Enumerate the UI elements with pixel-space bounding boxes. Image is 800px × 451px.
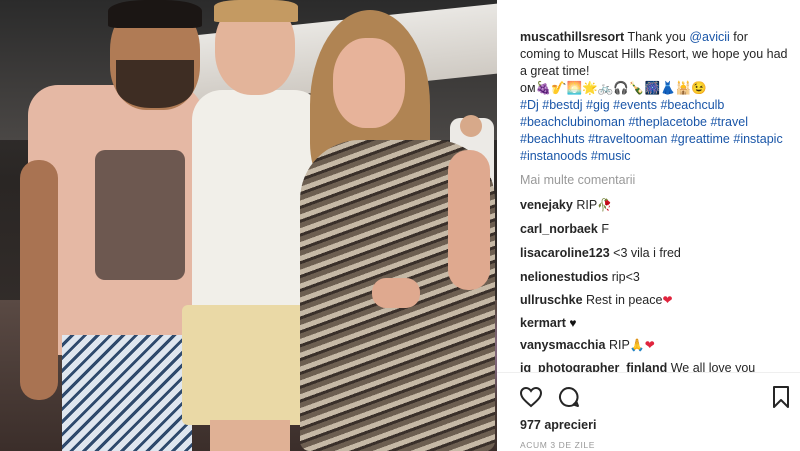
hashtag-link[interactable]: #Dj: [520, 98, 539, 112]
hashtag-link[interactable]: #bestdj: [542, 98, 582, 112]
heart-outline-icon[interactable]: [519, 385, 543, 409]
comment-row: kermart ♥: [520, 315, 576, 332]
comment-username[interactable]: venejaky: [520, 198, 573, 212]
post-side-panel: muscathillsresort Thank you @avicii for …: [497, 0, 800, 451]
photo-man-left-hair: [108, 0, 202, 28]
photo-woman-face: [333, 38, 405, 128]
comment-username[interactable]: ullruschke: [520, 293, 583, 307]
photo-man-left-arm: [20, 160, 58, 400]
hashtag-link[interactable]: #music: [591, 149, 631, 163]
photo-man-left-shorts: [62, 335, 192, 451]
caption-hashtags: #Dj #bestdj #gig #events #beachculb #bea…: [520, 98, 783, 163]
photo-woman-hand: [372, 278, 420, 308]
caption-emoji-line: ом🍇🎷🌅🌟🚲🎧🍾🎆👗🕌😉: [520, 81, 707, 95]
hashtag-link[interactable]: #gig: [586, 98, 610, 112]
comment-row: carl_norbaek F: [520, 221, 609, 238]
hashtag-link[interactable]: #greattime: [671, 132, 730, 146]
photo-man-center-legs: [210, 420, 290, 451]
hashtag-link[interactable]: #instanoods: [520, 149, 587, 163]
caption-username[interactable]: muscathillsresort: [520, 30, 624, 44]
actions-divider: [497, 372, 800, 373]
post-photo[interactable]: [0, 0, 497, 451]
comment-username[interactable]: nelionestudios: [520, 270, 608, 284]
comment-username[interactable]: carl_norbaek: [520, 222, 598, 236]
comment-text: RIP: [608, 338, 630, 352]
hashtag-link[interactable]: #instapic: [733, 132, 782, 146]
photo-woman-arm: [448, 150, 490, 290]
comment-username[interactable]: vanysmacchia: [520, 338, 605, 352]
photo-man-left-beard: [116, 60, 194, 108]
likes-count[interactable]: 977 aprecieri: [520, 418, 596, 432]
post-caption: muscathillsresort Thank you @avicii for …: [520, 29, 788, 165]
hashtag-link[interactable]: #beachhuts: [520, 132, 585, 146]
comment-row: ig_photographer_finland We all love you: [520, 360, 755, 372]
hashtag-link[interactable]: #travel: [710, 115, 748, 129]
comment-emoji: ❤: [662, 293, 673, 307]
caption-mention-link[interactable]: @avicii: [689, 30, 729, 44]
comment-text: RIP: [576, 198, 598, 212]
comment-text: rip<3: [611, 270, 640, 284]
hashtag-link[interactable]: #theplacetobe: [628, 115, 707, 129]
comment-username[interactable]: lisacaroline123: [520, 246, 610, 260]
photo-background-person-head: [460, 115, 482, 137]
comment-row: nelionestudios rip<3: [520, 269, 640, 286]
photo-shirt-print: [95, 150, 185, 280]
comment-row: venejaky RIP🥀: [520, 197, 612, 214]
comment-row: lisacaroline123 <3 vila i fred: [520, 245, 681, 262]
comment-username[interactable]: ig_photographer_finland: [520, 361, 667, 372]
more-comments-link[interactable]: Mai multe comentarii: [520, 173, 635, 187]
comment-row: ullruschke Rest in peace❤: [520, 292, 673, 309]
comment-emoji: ♥: [569, 316, 577, 330]
hashtag-link[interactable]: #beachclubinoman: [520, 115, 625, 129]
comment-username[interactable]: kermart: [520, 316, 566, 330]
hashtag-link[interactable]: #beachculb: [660, 98, 724, 112]
comments-scroll-area[interactable]: muscathillsresort Thank you @avicii for …: [497, 0, 800, 372]
hashtag-link[interactable]: #events: [613, 98, 657, 112]
photo-man-center-hair: [214, 0, 298, 22]
comment-emoji: 🥀: [597, 198, 613, 212]
comment-text: F: [601, 222, 609, 236]
comment-row: vanysmacchia RIP🙏❤: [520, 337, 655, 354]
hashtag-link[interactable]: #traveltooman: [588, 132, 667, 146]
comment-emoji: 🙏❤: [629, 338, 655, 352]
caption-text-start: Thank you: [624, 30, 690, 44]
bookmark-icon[interactable]: [769, 385, 793, 409]
comment-text: <3 vila i fred: [613, 246, 681, 260]
post-timestamp: ACUM 3 DE ZILE: [520, 440, 595, 450]
comment-text: Rest in peace: [586, 293, 663, 307]
comment-text: We all love you: [670, 361, 756, 372]
speech-bubble-icon[interactable]: [557, 385, 581, 409]
